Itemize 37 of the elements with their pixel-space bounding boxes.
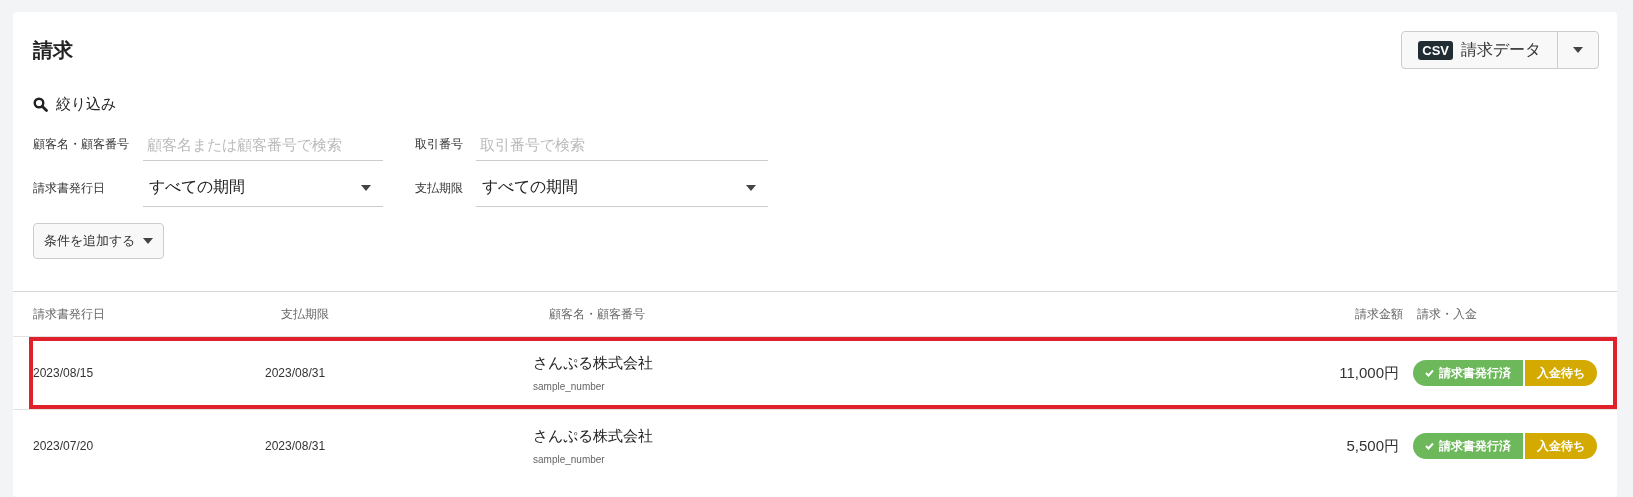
column-header: 請求・入金 <box>1417 305 1478 323</box>
customer-name: さんぷる株式会社 <box>533 354 654 373</box>
customer-name: さんぷる株式会社 <box>533 427 654 446</box>
export-button[interactable]: CSV 請求データ <box>1402 32 1558 68</box>
table-cell-text: 2023/08/15 <box>33 366 95 380</box>
table-cell-text: 5,500円 <box>1345 436 1400 456</box>
filter-heading: 絞り込み <box>56 95 116 114</box>
caret-icon <box>746 184 756 191</box>
customer-number: sample_number <box>533 381 606 392</box>
status-tag: 入金待ち <box>1525 360 1597 386</box>
caret-icon <box>1573 47 1583 53</box>
add-condition-button[interactable]: 条件を追加する <box>33 223 164 259</box>
csv-badge: CSV <box>1418 40 1453 60</box>
column-header: 支払期限 <box>281 305 330 323</box>
customer-number: sample_number <box>533 454 606 465</box>
search-icon <box>33 97 48 112</box>
caret-icon <box>361 184 371 191</box>
check-icon <box>1425 442 1434 450</box>
status-tag: 請求書発行済 <box>1413 433 1523 459</box>
table-cell-text: 2023/08/31 <box>265 439 327 453</box>
status-tag: 請求書発行済 <box>1413 360 1523 386</box>
field-label: 請求書発行日 <box>33 179 106 197</box>
period-select[interactable]: すべての期間 <box>476 169 768 207</box>
table-cell-text: 11,000円 <box>1338 363 1400 383</box>
period-select[interactable]: すべての期間 <box>143 169 383 207</box>
caret-icon <box>143 238 153 244</box>
table-cell-text: 2023/07/20 <box>33 439 95 453</box>
column-header: 請求書発行日 <box>33 305 106 323</box>
page-title: 請求 <box>33 37 73 63</box>
status-tag: 入金待ち <box>1525 433 1597 459</box>
column-header: 請求金額 <box>1354 305 1404 323</box>
column-header: 顧客名・顧客番号 <box>549 305 646 323</box>
field-label: 支払期限 <box>415 179 464 197</box>
check-icon <box>1425 369 1434 377</box>
field-label: 取引番号 <box>415 136 464 153</box>
table-cell-text: 2023/08/31 <box>265 366 327 380</box>
field-label: 顧客名・顧客番号 <box>33 136 130 153</box>
